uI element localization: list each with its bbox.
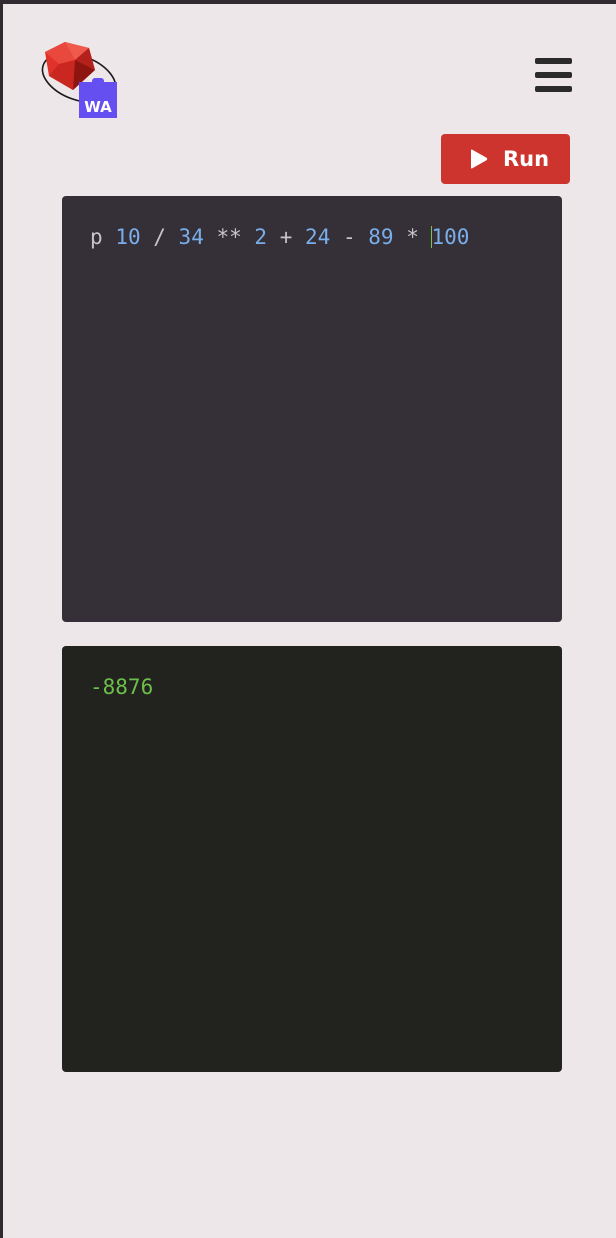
code-token-number: 34 xyxy=(178,225,204,249)
code-token-operator: / xyxy=(140,225,179,249)
hamburger-menu-icon[interactable] xyxy=(533,56,573,94)
code-token-operator: ** xyxy=(203,225,255,249)
code-token-number: 10 xyxy=(115,225,141,249)
code-token-operator xyxy=(103,225,116,249)
code-token-operator: + xyxy=(267,225,306,249)
menu-bar xyxy=(535,58,572,64)
code-token-method: p xyxy=(90,225,103,249)
code-token-number: 24 xyxy=(305,225,331,249)
play-icon xyxy=(471,149,488,169)
code-token-operator: * xyxy=(393,225,432,249)
ruby-gem-icon: WA xyxy=(41,42,117,118)
output-text: -8876 xyxy=(90,675,154,699)
run-button[interactable]: Run xyxy=(441,134,570,184)
code-token-number: 100 xyxy=(431,225,470,249)
code-token-number: 89 xyxy=(368,225,394,249)
code-token-operator: - xyxy=(330,225,369,249)
run-button-label: Run xyxy=(503,147,550,171)
code-token-number: 2 xyxy=(254,225,268,249)
output-panel: -8876 xyxy=(62,646,562,1072)
menu-bar xyxy=(535,86,572,92)
menu-bar xyxy=(535,72,572,78)
code-editor[interactable]: p 10 / 34 ** 2 + 24 - 89 * 100 xyxy=(62,196,562,622)
code-line: p 10 / 34 ** 2 + 24 - 89 * 100 xyxy=(90,225,469,249)
app-frame: WA Run p 10 / 34 ** 2 + 24 - 89 * 100 -8… xyxy=(0,0,616,1238)
logo-badge-text: WA xyxy=(84,98,112,116)
ruby-wasm-logo[interactable]: WA xyxy=(39,40,121,122)
